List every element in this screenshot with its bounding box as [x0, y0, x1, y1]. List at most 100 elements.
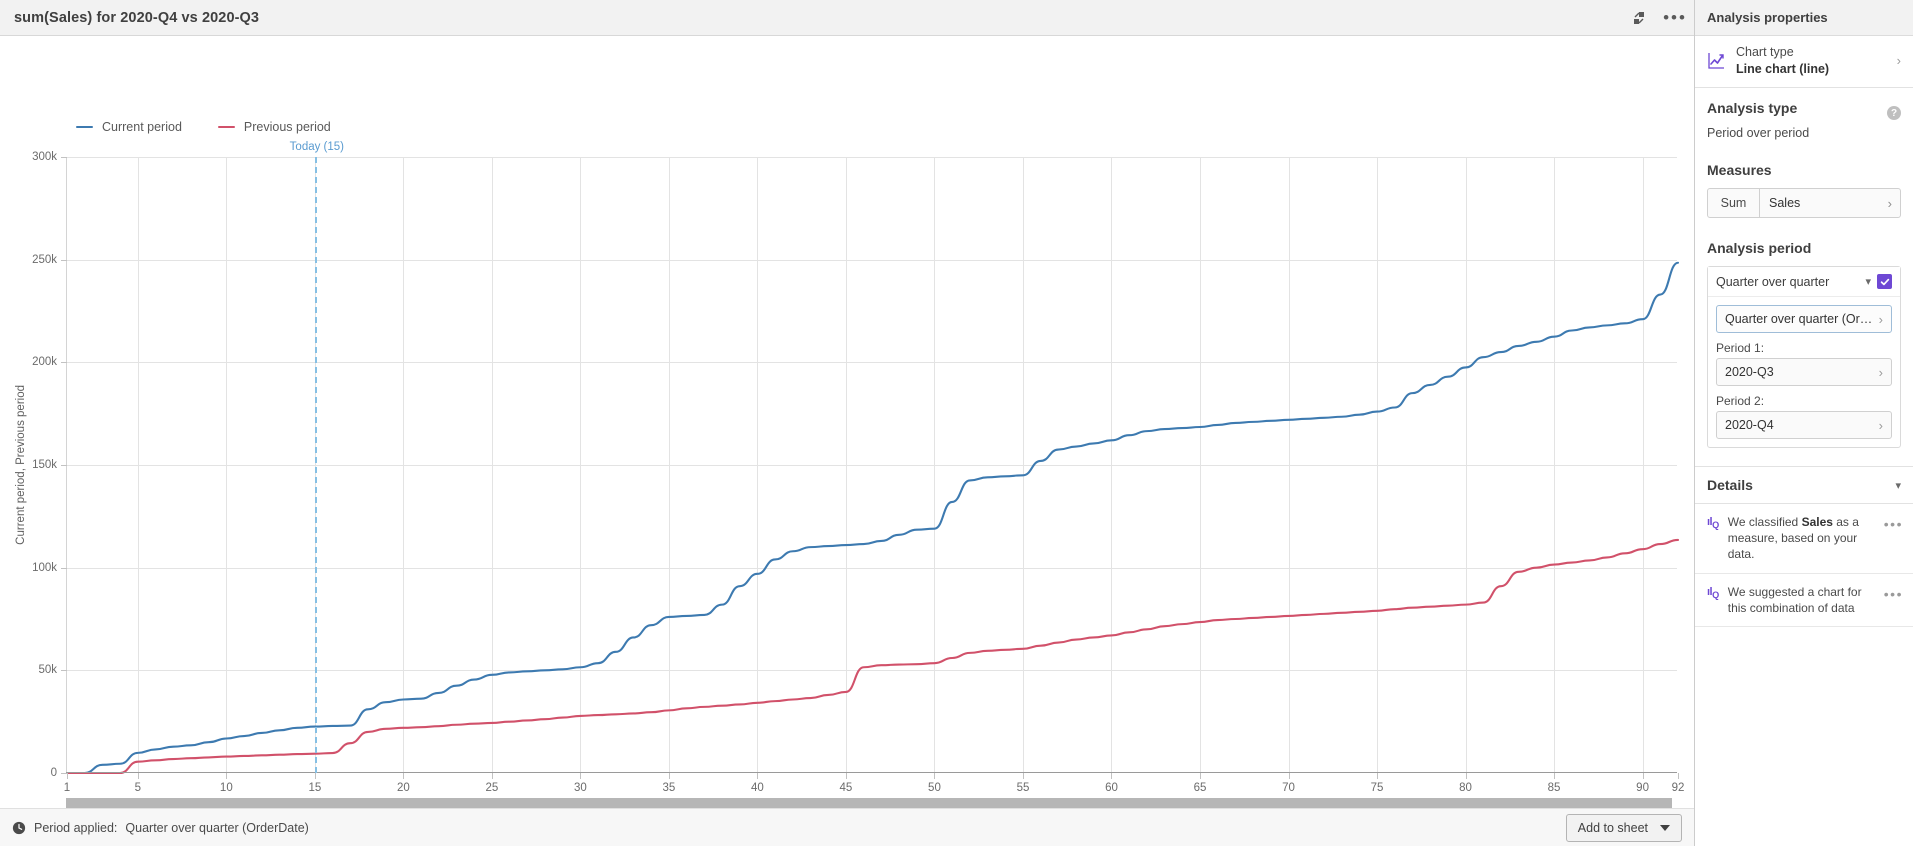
x-axis-tick-label: 50 — [928, 782, 941, 794]
x-axis-tick-label: 45 — [839, 782, 853, 794]
x-axis-tick — [1678, 773, 1679, 779]
y-axis-tick — [61, 465, 67, 466]
series-line-previous-period[interactable] — [67, 540, 1678, 773]
page-title: sum(Sales) for 2020-Q4 vs 2020-Q3 — [14, 9, 260, 26]
status-value: Quarter over quarter (OrderDate) — [125, 820, 309, 835]
x-axis-tick-label: 1 — [63, 782, 71, 794]
app-root: sum(Sales) for 2020-Q4 vs 2020-Q3 ••• Cu… — [0, 0, 1913, 846]
ellipsis-icon[interactable]: ••• — [1884, 584, 1903, 601]
x-axis-tick-label: 65 — [1193, 782, 1207, 794]
analysis-period-select[interactable]: Quarter over quarter ▾ — [1708, 267, 1900, 297]
x-axis-tick-label: 10 — [219, 782, 233, 794]
x-axis-tick-label: 20 — [396, 782, 410, 794]
chevron-down-icon: ▾ — [1895, 479, 1901, 492]
x-axis-tick-label: 90 — [1636, 782, 1649, 794]
y-axis-tick-label: 250k — [32, 253, 57, 266]
y-axis-tick — [61, 362, 67, 364]
period2-label: Period 2: — [1716, 394, 1765, 408]
analysis-period-section: Analysis period Quarter over quarter ▾ Q… — [1695, 218, 1913, 448]
analysis-period-box: Quarter over quarter ▾ Quarter over quar… — [1707, 266, 1901, 448]
add-to-sheet-button[interactable]: Add to sheet — [1565, 813, 1682, 842]
x-axis-line — [66, 772, 1677, 773]
measure-row[interactable]: Sum Sales › — [1707, 188, 1901, 218]
x-axis-tick — [845, 773, 847, 779]
analysis-type-value: Period over period — [1707, 126, 1810, 140]
add-to-sheet-label: Add to sheet — [1577, 820, 1648, 835]
y-axis-title-label: Current period, Previous period — [15, 385, 27, 545]
horizontal-scrollbar[interactable] — [66, 798, 1672, 808]
chart-type-row[interactable]: Chart type Line chart (line) › — [1695, 36, 1913, 88]
analysis-period-checkbox[interactable] — [1877, 274, 1892, 289]
restore-icon[interactable] — [1628, 7, 1650, 29]
analysis-period-selected: Quarter over quarter — [1716, 274, 1830, 289]
today-marker-label: Today (15) — [289, 141, 345, 153]
period2-selector[interactable]: 2020-Q4 › — [1716, 411, 1892, 439]
x-axis-tick — [67, 773, 68, 779]
help-icon[interactable]: ? — [1887, 106, 1901, 120]
analysis-type-title: Analysis type — [1707, 100, 1798, 116]
chevron-right-icon: › — [1878, 311, 1883, 327]
chart-plot[interactable]: Today (15) 0 50k 100k 150k 200k 250k 300k 1 5 10 1… — [32, 141, 1684, 794]
y-axis-tick-label: 100k — [32, 561, 57, 574]
chart-legend: Current period Previous period — [76, 120, 331, 134]
x-axis-tick — [1554, 773, 1556, 779]
x-axis-tick-label: 75 — [1370, 782, 1384, 794]
chevron-right-icon: › — [1887, 195, 1892, 211]
line-chart-icon — [1708, 53, 1724, 69]
x-axis-tick — [934, 773, 936, 779]
ellipsis-icon[interactable]: ••• — [1663, 7, 1686, 29]
measure-field: Sales — [1769, 196, 1801, 210]
chart-type-label: Chart type — [1736, 45, 1794, 59]
period1-label: Period 1: — [1716, 341, 1765, 355]
analysis-period-inner: Quarter over quarter (Order… › Period 1:… — [1708, 297, 1900, 447]
clock-icon — [12, 821, 26, 834]
analysis-type-section: Analysis type ? Period over period — [1695, 88, 1913, 140]
x-axis-tick — [1200, 773, 1201, 779]
chart-titlebar: sum(Sales) for 2020-Q4 vs 2020-Q3 ••• — [0, 0, 1694, 36]
series-line-current-period[interactable] — [67, 263, 1678, 773]
chart-series-svg — [67, 157, 1678, 773]
status-bar: Period applied: Quarter over quarter (Or… — [0, 808, 1694, 846]
period2-value: 2020-Q4 — [1725, 418, 1774, 432]
x-axis-tick — [1111, 773, 1113, 779]
x-axis-tick — [1377, 773, 1379, 779]
chevron-right-icon: › — [1896, 53, 1901, 68]
x-axis-tick — [1642, 773, 1644, 779]
detail-item[interactable]: ılQ We suggested a chart for this combin… — [1695, 574, 1913, 627]
ellipsis-icon[interactable]: ••• — [1884, 514, 1903, 531]
legend-swatch-current-period — [76, 125, 93, 129]
chevron-down-icon — [1660, 824, 1670, 831]
legend-label-previous-period: Previous period — [243, 120, 331, 134]
y-axis-tick-label: 200k — [32, 356, 57, 369]
x-axis-tick-label: 60 — [1105, 782, 1118, 794]
period1-selector[interactable]: 2020-Q3 › — [1716, 358, 1892, 386]
x-axis-tick-label: 25 — [485, 782, 499, 794]
titlebar-actions: ••• — [1628, 0, 1686, 36]
y-axis-tick-label: 50k — [38, 664, 57, 677]
y-axis-tick-label: 150k — [32, 459, 57, 471]
today-marker-line: Today (15) — [290, 141, 344, 773]
x-axis-tick — [668, 773, 670, 779]
insight-icon: ılQ — [1707, 585, 1719, 600]
details-header[interactable]: Details ▾ — [1695, 466, 1913, 504]
y-axis-tick — [61, 670, 67, 672]
legend-item-previous-period[interactable]: Previous period — [217, 120, 331, 134]
measure-aggregation: Sum — [1708, 189, 1760, 217]
x-axis-tick — [1465, 773, 1467, 779]
measures-title: Measures — [1707, 162, 1772, 178]
analysis-period-detail-pill[interactable]: Quarter over quarter (Order… › — [1716, 305, 1892, 333]
period1-value: 2020-Q3 — [1725, 365, 1774, 379]
y-axis-tick — [61, 567, 67, 569]
measures-section: Measures Sum Sales › — [1695, 140, 1913, 218]
x-axis-tick-label: 55 — [1016, 782, 1030, 794]
chevron-down-icon: ▾ — [1865, 276, 1871, 288]
chart-type-value: Line chart (line) — [1736, 61, 1830, 76]
x-axis-tick — [580, 773, 582, 779]
legend-label-current-period: Current period — [102, 120, 182, 134]
y-axis-tick-label: 300k — [32, 151, 57, 163]
detail-item[interactable]: ılQ We classified Sales as a measure, ba… — [1695, 504, 1913, 574]
status-label: Period applied: — [34, 820, 118, 835]
legend-item-current-period[interactable]: Current period — [76, 120, 182, 134]
analysis-period-title: Analysis period — [1707, 240, 1812, 256]
x-axis-tick-label: 5 — [134, 782, 142, 794]
